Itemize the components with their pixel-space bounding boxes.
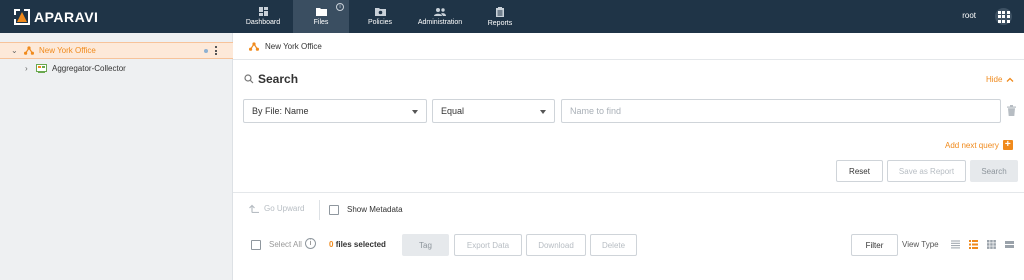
dashboard-icon xyxy=(258,7,268,16)
export-data-button[interactable]: Export Data xyxy=(454,234,522,256)
filter-button[interactable]: Filter xyxy=(851,234,898,256)
policies-icon xyxy=(374,8,386,16)
sidebar-tree: ⌄ New York Office › Aggregator-Collector xyxy=(0,33,233,280)
show-metadata-checkbox[interactable] xyxy=(329,205,339,215)
hide-label: Hide xyxy=(986,75,1003,84)
breadcrumb-label[interactable]: New York Office xyxy=(265,42,322,51)
show-metadata-label: Show Metadata xyxy=(347,205,403,214)
nav-reports[interactable]: Reports xyxy=(472,0,528,33)
hide-toggle[interactable]: Hide xyxy=(986,75,1014,84)
add-next-query-link[interactable]: Add next query + xyxy=(945,140,1013,150)
files-selected-label: files selected xyxy=(335,240,386,249)
tree-item-label: New York Office xyxy=(39,46,96,55)
files-info-icon[interactable]: i xyxy=(336,3,344,11)
tree-item-new-york-office[interactable]: ⌄ New York Office xyxy=(0,42,233,59)
operator-select-value: Equal xyxy=(441,106,465,116)
status-dot xyxy=(204,48,208,53)
caret-down-icon xyxy=(540,110,546,114)
view-list-icon[interactable] xyxy=(951,240,960,249)
search-header: Search xyxy=(244,72,298,86)
top-navigation-bar: APARAVI Dashboard i Files Policies Admin… xyxy=(0,0,1024,33)
nav-files-label: Files xyxy=(313,19,329,26)
users-icon xyxy=(434,7,446,16)
nav-administration-label: Administration xyxy=(417,18,463,26)
reset-button[interactable]: Reset xyxy=(836,160,883,182)
field-select-value: By File: Name xyxy=(252,106,309,116)
divider xyxy=(233,192,1024,193)
aparavi-logo[interactable]: APARAVI xyxy=(14,8,98,25)
go-upward-label: Go Upward xyxy=(264,204,305,213)
nav-policies-label: Policies xyxy=(367,19,393,26)
field-select[interactable]: By File: Name xyxy=(243,99,427,123)
apps-grid-icon[interactable] xyxy=(995,8,1012,25)
chevron-up-icon xyxy=(1006,77,1014,82)
username[interactable]: root xyxy=(962,11,976,20)
select-all-checkbox[interactable] xyxy=(251,240,261,250)
folder-icon xyxy=(315,8,327,16)
name-to-find-input[interactable] xyxy=(561,99,1001,123)
network-icon xyxy=(249,41,259,51)
operator-select[interactable]: Equal xyxy=(432,99,555,123)
more-options-icon[interactable] xyxy=(215,46,218,55)
reports-icon xyxy=(496,6,504,17)
tree-item-aggregator-collector[interactable]: › Aggregator-Collector xyxy=(0,60,233,77)
add-query-label: Add next query xyxy=(945,140,999,150)
separator xyxy=(319,200,320,220)
select-all-label: Select All xyxy=(269,240,302,249)
chevron-right-icon[interactable]: › xyxy=(25,64,28,73)
info-icon[interactable]: i xyxy=(305,238,316,249)
nav-policies[interactable]: Policies xyxy=(352,0,408,33)
search-title: Search xyxy=(258,72,299,86)
caret-down-icon xyxy=(412,110,418,114)
nav-administration[interactable]: Administration xyxy=(410,0,470,33)
collector-icon xyxy=(36,64,47,73)
view-tiles-icon[interactable] xyxy=(1005,240,1014,249)
breadcrumb: New York Office xyxy=(233,33,1024,60)
trash-icon[interactable] xyxy=(1007,105,1016,116)
nav-files[interactable]: i Files xyxy=(293,0,349,33)
chevron-down-icon[interactable]: ⌄ xyxy=(11,46,18,55)
nav-dashboard[interactable]: Dashboard xyxy=(235,0,291,33)
logo-mark-icon xyxy=(14,8,30,25)
delete-button[interactable]: Delete xyxy=(590,234,637,256)
nav-dashboard-label: Dashboard xyxy=(245,19,281,26)
search-button[interactable]: Search xyxy=(970,160,1018,182)
logo-text: APARAVI xyxy=(34,8,99,25)
tag-button[interactable]: Tag xyxy=(402,234,449,256)
save-as-report-button[interactable]: Save as Report xyxy=(887,160,966,182)
view-type-label: View Type xyxy=(902,240,939,249)
arrow-up-icon xyxy=(249,204,259,213)
go-upward-button[interactable]: Go Upward xyxy=(249,204,304,213)
plus-icon: + xyxy=(1002,140,1013,150)
nav-reports-label: Reports xyxy=(487,19,513,27)
tree-item-label: Aggregator-Collector xyxy=(52,64,126,73)
files-selected-status: 0 files selected xyxy=(329,240,386,249)
search-icon xyxy=(244,74,254,84)
network-icon xyxy=(24,46,34,55)
download-button[interactable]: Download xyxy=(526,234,586,256)
view-details-icon[interactable] xyxy=(969,240,978,249)
files-selected-count: 0 xyxy=(329,240,334,249)
view-grid-icon[interactable] xyxy=(987,240,996,249)
